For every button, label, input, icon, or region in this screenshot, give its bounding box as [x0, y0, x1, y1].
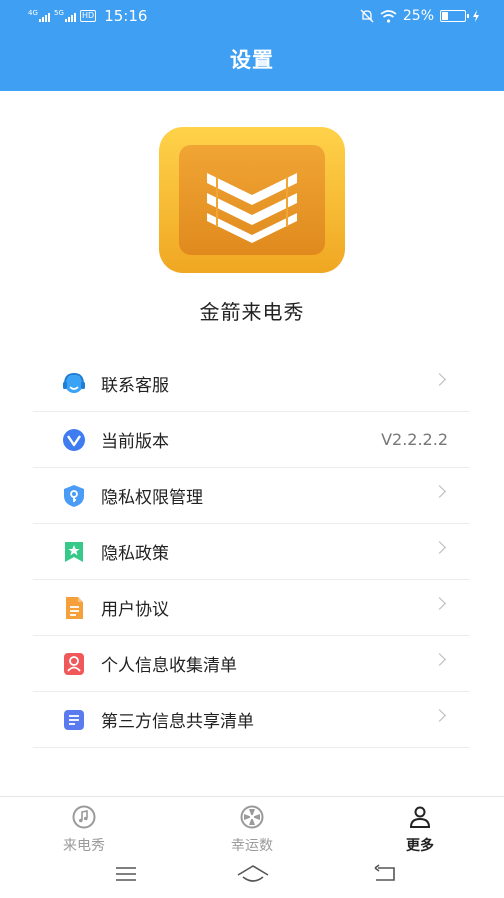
charging-icon: [473, 10, 479, 22]
menu-label: 用户协议: [101, 600, 169, 620]
menu-item-privacy-permissions[interactable]: 隐私权限管理: [33, 468, 470, 524]
chevron-right-icon: [433, 541, 446, 554]
system-nav-bar: [0, 854, 504, 898]
profile-icon: [409, 806, 431, 828]
menu-item-third-party-sharing[interactable]: 第三方信息共享清单: [33, 692, 470, 748]
chevron-right-icon: [433, 653, 446, 666]
battery-icon: [440, 10, 469, 22]
chevron-right-icon: [433, 373, 446, 386]
signal-5g-icon: 5G: [54, 9, 76, 23]
back-icon[interactable]: [372, 864, 398, 884]
mute-icon: [360, 9, 374, 23]
app-name: 金箭来电秀: [199, 300, 305, 324]
menu-label: 联系客服: [101, 376, 169, 396]
menu-label: 隐私政策: [101, 544, 169, 564]
status-bar: 4G 5G HD 15:16 25%: [0, 0, 504, 32]
hd-badge: HD: [80, 10, 97, 22]
headset-icon: [61, 371, 87, 397]
star-bookmark-icon: [61, 539, 87, 565]
app-logo: [157, 125, 347, 275]
menu-item-user-agreement[interactable]: 用户协议: [33, 580, 470, 636]
clock: 15:16: [104, 7, 148, 25]
chevron-right-icon: [433, 597, 446, 610]
menu-item-personal-info-list[interactable]: 个人信息收集清单: [33, 636, 470, 692]
tab-lucky-number[interactable]: 幸运数: [207, 805, 297, 855]
tab-label: 来电秀: [63, 838, 105, 854]
menu-label: 当前版本: [101, 432, 169, 452]
version-icon: [61, 427, 87, 453]
menu-label: 隐私权限管理: [101, 488, 203, 508]
list-doc-icon: [61, 707, 87, 733]
page-title: 设置: [230, 48, 274, 72]
shield-key-icon: [61, 483, 87, 509]
version-value: V2.2.2.2: [381, 430, 448, 449]
wheel-icon: [240, 805, 264, 829]
tab-call-show[interactable]: 来电秀: [39, 805, 129, 855]
wifi-icon: [380, 9, 397, 23]
music-note-icon: [72, 805, 96, 829]
menu-label: 第三方信息共享清单: [101, 712, 254, 732]
signal-4g-icon: 4G: [28, 9, 50, 23]
menu-label: 个人信息收集清单: [101, 656, 237, 676]
tab-label: 更多: [406, 838, 434, 854]
tab-more[interactable]: 更多: [375, 805, 465, 855]
menu-icon[interactable]: [114, 864, 138, 884]
person-card-icon: [61, 651, 87, 677]
chevron-right-icon: [433, 485, 446, 498]
tab-label: 幸运数: [231, 838, 273, 854]
menu-item-version[interactable]: 当前版本 V2.2.2.2: [33, 412, 470, 468]
menu-item-privacy-policy[interactable]: 隐私政策: [33, 524, 470, 580]
bottom-tab-bar: 来电秀 幸运数 更多: [0, 796, 504, 854]
menu-item-customer-service[interactable]: 联系客服: [33, 356, 470, 412]
battery-percent: 25%: [402, 8, 434, 24]
settings-list: 联系客服 当前版本 V2.2.2.2 隐私权限管理 隐私政策 用户协议 个人信息…: [33, 356, 470, 748]
home-icon[interactable]: [236, 863, 270, 885]
document-icon: [61, 595, 87, 621]
header-bar: 4G 5G HD 15:16 25% 设置: [0, 0, 504, 91]
chevron-right-icon: [433, 709, 446, 722]
